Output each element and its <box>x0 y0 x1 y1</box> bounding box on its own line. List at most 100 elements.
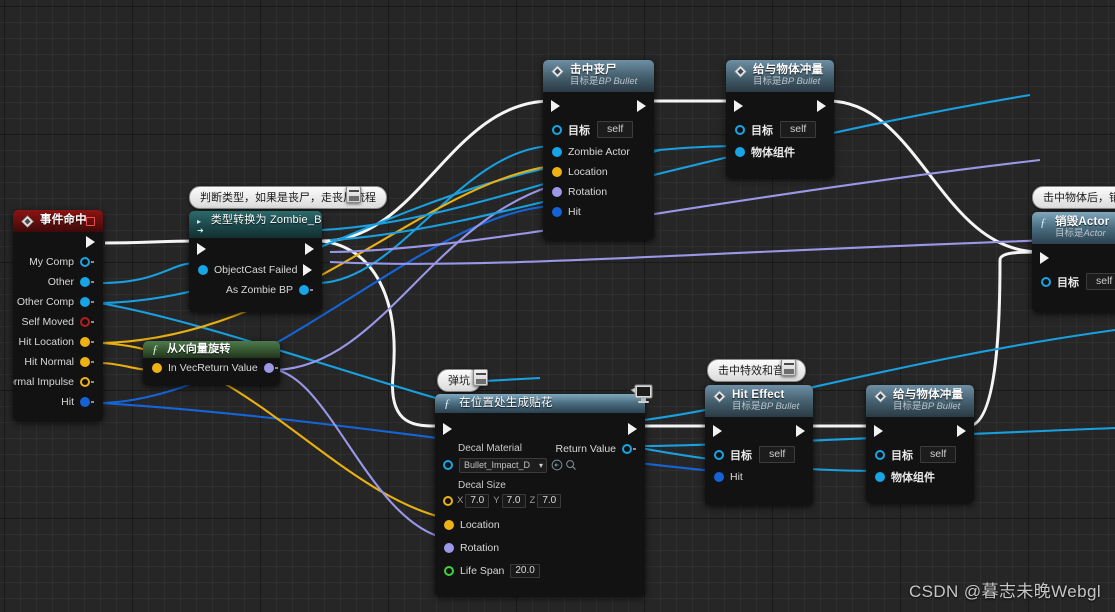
comment-cast-flow-pin[interactable] <box>346 186 361 203</box>
self-moved-pin[interactable] <box>80 317 90 327</box>
pin-as-zombie-bp[interactable]: As Zombie BP <box>189 280 322 300</box>
zombie-actor-pin[interactable] <box>552 146 562 157</box>
exec-in-pin[interactable] <box>197 243 206 255</box>
pin-other[interactable]: Other <box>13 272 103 292</box>
exec-row[interactable] <box>1032 244 1115 270</box>
exec-in-pin[interactable] <box>874 424 883 437</box>
node-rot-header[interactable]: ƒ 从X向量旋转 <box>143 341 280 358</box>
exec-row[interactable] <box>726 92 834 118</box>
pin-object[interactable]: Object Cast Failed <box>189 260 322 280</box>
pin-hit-normal[interactable]: Hit Normal <box>13 352 103 372</box>
node-hit-effect[interactable]: Hit Effect 目标是BP Bullet 目标 self Hit <box>705 385 813 505</box>
comment-crater-pin[interactable] <box>473 369 488 386</box>
node-add-impulse-bottom-header[interactable]: 给与物体冲量 目标是BP Bullet <box>866 385 974 417</box>
rotation-pin[interactable] <box>552 186 562 197</box>
blueprint-graph-canvas[interactable]: 判断类型，如果是丧尸，走丧尸流程 弹坑 击中特效和音效 击中物体后，销毁子 事件… <box>0 0 1115 612</box>
pin-my-comp[interactable]: My Comp <box>13 252 103 272</box>
other-comp-pin[interactable] <box>80 297 90 307</box>
target-self-field[interactable]: self <box>920 446 957 463</box>
node-event-hit[interactable]: 事件命中 My Comp Other Other Comp Self Moved <box>13 210 103 421</box>
pin-location[interactable]: Location <box>435 512 645 538</box>
pin-hit[interactable]: Hit <box>705 467 813 487</box>
exec-row[interactable] <box>705 417 813 443</box>
node-rotation-from-x-vector[interactable]: ƒ 从X向量旋转 In Vec Return Value <box>143 341 280 385</box>
node-hit-effect-header[interactable]: Hit Effect 目标是BP Bullet <box>705 385 813 417</box>
target-self-field[interactable]: self <box>759 446 796 463</box>
pin-object-component[interactable]: 物体组件 <box>866 467 974 487</box>
pin-rotation[interactable]: Rotation <box>435 538 645 558</box>
in-vec-pin[interactable] <box>152 363 162 373</box>
exec-out-pin[interactable] <box>796 424 805 437</box>
exec-out-pin[interactable] <box>637 99 646 112</box>
pin-hit[interactable]: Hit <box>543 202 654 222</box>
pin-other-comp[interactable]: Other Comp <box>13 292 103 312</box>
location-pin[interactable] <box>444 519 454 530</box>
pin-target[interactable]: 目标 self <box>726 118 834 142</box>
target-pin[interactable] <box>735 125 745 135</box>
exec-row[interactable] <box>189 238 322 260</box>
exec-in-pin[interactable] <box>734 99 743 112</box>
node-spawn-decal-header[interactable]: ƒ 在位置处生成贴花 <box>435 394 645 413</box>
my-comp-pin[interactable] <box>80 257 90 267</box>
target-pin[interactable] <box>714 450 724 460</box>
exec-out-pin[interactable] <box>305 243 314 255</box>
hit-pin[interactable] <box>80 397 90 407</box>
pin-location[interactable]: Location <box>543 162 654 182</box>
exec-out-pin[interactable] <box>957 424 966 437</box>
rotation-pin[interactable] <box>444 542 454 553</box>
decal-size-z-input[interactable]: 7.0 <box>537 493 562 508</box>
pin-zombie-actor[interactable]: Zombie Actor <box>543 142 654 162</box>
exec-in-pin[interactable] <box>713 424 722 437</box>
hit-pin[interactable] <box>552 206 562 217</box>
decal-size-y-input[interactable]: 7.0 <box>501 493 526 508</box>
other-pin[interactable] <box>80 277 90 287</box>
decal-material-pin[interactable] <box>443 460 453 470</box>
pin-target[interactable]: 目标 self <box>866 443 974 467</box>
search-icon[interactable] <box>565 459 577 471</box>
exec-out-pin[interactable] <box>817 99 826 112</box>
node-destroy-actor[interactable]: ƒ 销毁Actor 目标是Actor 目标 self <box>1032 212 1115 312</box>
target-pin[interactable] <box>875 450 885 460</box>
pin-life-span[interactable]: Life Span 20.0 <box>435 558 645 584</box>
exec-out-pin[interactable] <box>86 236 95 248</box>
node-spawn-decal-at-location[interactable]: ƒ 在位置处生成贴花 Decal Material Return Value B… <box>435 394 645 596</box>
return-value-pin[interactable] <box>622 444 632 454</box>
exec-row[interactable] <box>543 92 654 118</box>
return-value-pin[interactable] <box>263 363 274 373</box>
pin-target[interactable]: 目标 self <box>543 118 654 142</box>
exec-in-pin[interactable] <box>443 422 452 435</box>
exec-in-pin[interactable] <box>1040 251 1049 264</box>
node-add-impulse-top[interactable]: 给与物体冲量 目标是BP Bullet 目标 self 物体组件 <box>726 60 834 178</box>
pin-normal-impulse[interactable]: Normal Impulse <box>13 372 103 392</box>
decal-material-dropdown[interactable]: Bullet_Impact_D ▾ <box>459 457 547 473</box>
target-self-field[interactable]: self <box>597 121 634 138</box>
pin-object-component[interactable]: 物体组件 <box>726 142 834 162</box>
cast-failed-exec-pin[interactable] <box>303 264 313 276</box>
node-add-impulse-top-header[interactable]: 给与物体冲量 目标是BP Bullet <box>726 60 834 92</box>
target-pin[interactable] <box>552 125 562 135</box>
target-pin[interactable] <box>1041 277 1051 287</box>
pin-target[interactable]: 目标 self <box>1032 270 1115 294</box>
normal-impulse-pin[interactable] <box>80 377 90 387</box>
life-span-input[interactable]: 20.0 <box>510 563 540 578</box>
pin-in-vec-row[interactable]: In Vec Return Value <box>143 358 280 378</box>
comment-hit-fx-pin[interactable] <box>781 359 796 376</box>
exec-row[interactable] <box>435 413 645 441</box>
target-self-field[interactable]: self <box>1086 273 1115 290</box>
object-pin[interactable] <box>198 265 208 275</box>
object-component-pin[interactable] <box>735 146 745 157</box>
node-event-hit-header[interactable]: 事件命中 <box>13 210 103 232</box>
hit-normal-pin[interactable] <box>80 357 90 367</box>
node-cast-header[interactable]: ▸ ➜ 类型转换为 Zombie_BP <box>189 211 322 238</box>
object-component-pin[interactable] <box>875 471 885 482</box>
pin-hit-location[interactable]: Hit Location <box>13 332 103 352</box>
node-destroy-actor-header[interactable]: ƒ 销毁Actor 目标是Actor <box>1032 212 1115 244</box>
location-pin[interactable] <box>552 166 562 177</box>
exec-in-pin[interactable] <box>551 99 560 112</box>
hit-pin[interactable] <box>714 471 724 482</box>
target-self-field[interactable]: self <box>780 121 817 138</box>
pin-hit[interactable]: Hit <box>13 392 103 412</box>
decal-size-pin[interactable] <box>443 496 453 506</box>
node-hit-zombie[interactable]: 击中丧尸 目标是BP Bullet 目标 self Zombie Actor L… <box>543 60 654 240</box>
as-zombie-bp-pin[interactable] <box>299 285 309 295</box>
